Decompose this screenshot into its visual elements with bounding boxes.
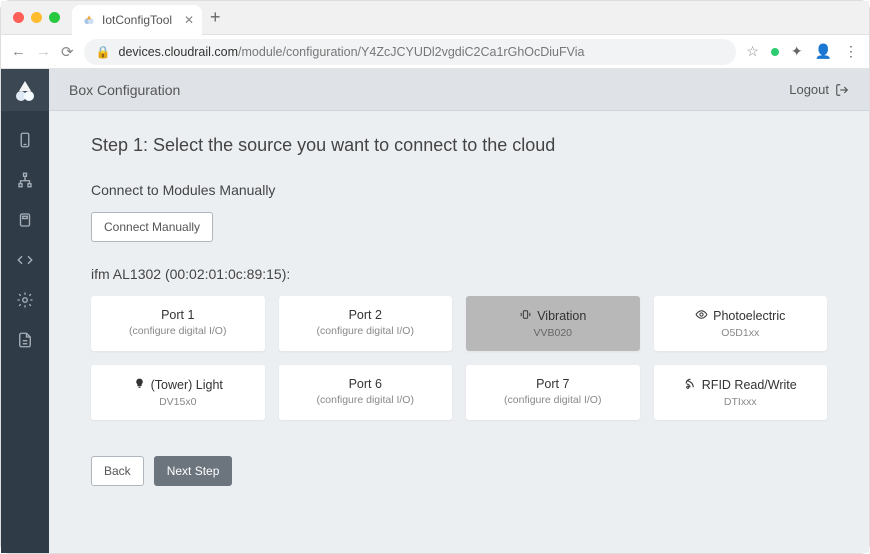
port-title-label: (Tower) Light [151,378,223,392]
port-title-label: Port 6 [349,377,382,391]
gear-icon[interactable] [16,291,34,309]
module-icon[interactable] [16,211,34,229]
menu-icon[interactable]: ⋮ [844,43,859,60]
port-title: RFID Read/Write [662,377,820,393]
port-subtitle: (configure digital I/O) [287,325,445,337]
port-card[interactable]: Port 2 (configure digital I/O) [279,296,453,351]
port-title: Port 1 [99,308,257,322]
port-card[interactable]: Port 7 (configure digital I/O) [466,365,640,420]
port-subtitle: DTIxxx [662,396,820,408]
bulb-icon [133,377,146,393]
connect-manually-button[interactable]: Connect Manually [91,212,213,242]
port-title: Port 7 [474,377,632,391]
app-logo[interactable] [1,69,49,111]
main-panel: Step 1: Select the source you want to co… [49,111,869,553]
page-title: Box Configuration [69,82,180,98]
port-title: Port 2 [287,308,445,322]
port-subtitle: O5D1xx [662,327,820,339]
reload-button[interactable]: ⟳ [61,43,74,61]
lock-icon: 🔒 [96,45,111,59]
app-container: Box Configuration Logout Step 1: Select … [1,69,869,553]
step-heading: Step 1: Select the source you want to co… [91,135,827,156]
puzzle-icon[interactable]: ✦ [791,43,803,60]
browser-toolbar: ← → ⟳ 🔒 devices.cloudrail.com/module/con… [1,35,869,69]
rfid-icon [684,377,697,393]
device-icon[interactable] [16,131,34,149]
topbar: Box Configuration Logout [49,69,869,111]
port-subtitle: VVB020 [474,327,632,339]
window-controls [1,12,72,23]
device-label: ifm AL1302 (00:02:01:0c:89:15): [91,266,827,282]
port-title-label: RFID Read/Write [702,378,797,392]
app-sidebar [1,69,49,553]
extension-dot-icon[interactable] [771,48,779,56]
port-title: Vibration [474,308,632,324]
logout-label: Logout [789,82,829,97]
port-subtitle: (configure digital I/O) [99,325,257,337]
address-bar[interactable]: 🔒 devices.cloudrail.com/module/configura… [84,39,737,65]
port-title: (Tower) Light [99,377,257,393]
port-title-label: Port 1 [161,308,194,322]
port-grid: Port 1 (configure digital I/O) Port 2 (conf… [91,296,827,420]
back-button[interactable]: ← [11,43,26,60]
port-title: Photoelectric [662,308,820,324]
manual-heading: Connect to Modules Manually [91,182,827,198]
close-window-icon[interactable] [13,12,24,23]
logout-icon [835,83,849,97]
port-title-label: Vibration [537,309,586,323]
forward-button: → [36,43,51,60]
url-text: devices.cloudrail.com/module/configurati… [119,45,585,59]
port-subtitle: (configure digital I/O) [474,394,632,406]
minimize-window-icon[interactable] [31,12,42,23]
logout-button[interactable]: Logout [789,82,849,97]
port-card[interactable]: Port 6 (configure digital I/O) [279,365,453,420]
extensions-area: ☆ ✦ 👤 ⋮ [746,43,859,60]
port-card[interactable]: (Tower) Light DV15x0 [91,365,265,420]
content-area: Box Configuration Logout Step 1: Select … [49,69,869,553]
port-card[interactable]: Vibration VVB020 [466,296,640,351]
port-title-label: Port 7 [536,377,569,391]
bookmark-icon[interactable]: ☆ [746,43,759,60]
port-card[interactable]: RFID Read/Write DTIxxx [654,365,828,420]
new-tab-button[interactable]: + [210,7,221,28]
tab-title: IotConfigTool [102,13,172,27]
port-title: Port 6 [287,377,445,391]
eye-icon [695,308,708,324]
close-tab-icon[interactable]: ✕ [184,13,194,27]
port-card[interactable]: Photoelectric O5D1xx [654,296,828,351]
avatar-icon[interactable]: 👤 [815,43,832,60]
maximize-window-icon[interactable] [49,12,60,23]
back-step-button[interactable]: Back [91,456,144,486]
code-icon[interactable] [16,251,34,269]
port-title-label: Photoelectric [713,309,785,323]
hierarchy-icon[interactable] [16,171,34,189]
port-title-label: Port 2 [349,308,382,322]
document-icon[interactable] [16,331,34,349]
port-subtitle: (configure digital I/O) [287,394,445,406]
browser-tab[interactable]: IotConfigTool ✕ [72,5,202,35]
port-subtitle: DV15x0 [99,396,257,408]
footer-buttons: Back Next Step [91,456,827,486]
port-card[interactable]: Port 1 (configure digital I/O) [91,296,265,351]
next-step-button[interactable]: Next Step [154,456,233,486]
favicon-icon [82,13,96,27]
browser-tabs-row: IotConfigTool ✕ + [1,1,869,35]
vibration-icon [519,308,532,324]
